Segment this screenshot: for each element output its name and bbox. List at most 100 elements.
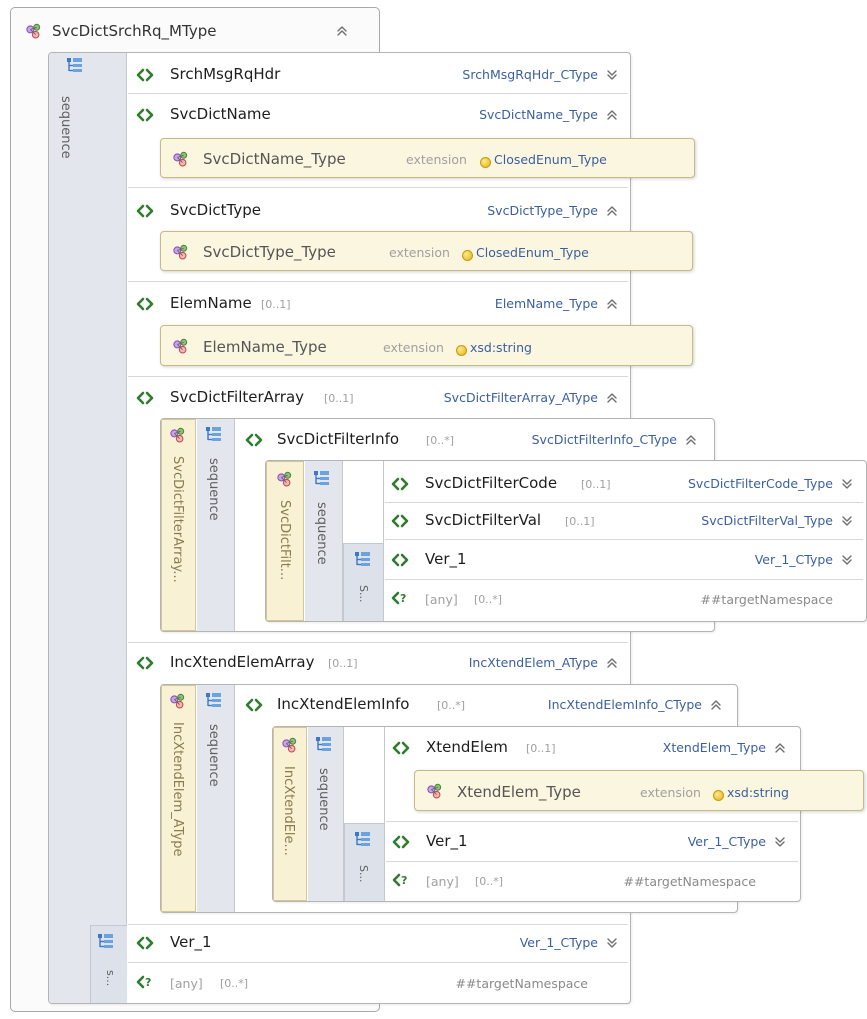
extension-keyword: extension [640, 785, 701, 800]
element-type: IncXtendElemInfo_CType [547, 697, 702, 712]
element-name: SvcDictType [170, 201, 261, 219]
element-type: SvcDictName_Type [479, 107, 598, 122]
collapse-chevron-icon[interactable] [606, 298, 618, 310]
extension-base-type: xsd:string [727, 785, 789, 800]
element-name: ElemName [170, 294, 252, 312]
element-row-svcdictfiltercode[interactable]: SvcDictFilterCode [0..1] SvcDictFilterCo… [385, 469, 863, 499]
element-row-any[interactable]: [any] [0..*] ##targetNamespace [385, 584, 863, 614]
element-icon [391, 514, 409, 528]
element-row-svcdicttype[interactable]: SvcDictType SvcDictType_Type [128, 196, 628, 226]
element-row-svcdictfilterinfo[interactable]: SvcDictFilterInfo [0..*] SvcDictFilterIn… [237, 425, 707, 455]
filter-array-sequence-strip [197, 419, 235, 631]
extension-keyword: extension [389, 245, 450, 260]
complex-type-icon [277, 471, 292, 487]
expand-chevron-icon[interactable] [606, 937, 618, 949]
filter-info-sequence-label: sequence [314, 502, 329, 565]
complex-type-icon [173, 244, 188, 260]
any-namespace: ##targetNamespace [700, 592, 833, 607]
element-row-srchmsgrqhdr[interactable]: SrchMsgRqHdr SrchMsgRqHdr_CType [128, 60, 628, 90]
complex-type-icon [282, 737, 297, 753]
sequence-icon [205, 692, 222, 708]
expand-chevron-icon[interactable] [606, 69, 618, 81]
element-icon [392, 835, 410, 849]
element-type: ElemName_Type [494, 296, 598, 311]
element-cardinality: [0..1] [328, 657, 358, 670]
collapse-chevron-icon[interactable] [685, 434, 697, 446]
base-type-icon [459, 245, 476, 264]
element-row-incxtendelemarray[interactable]: IncXtendElemArray [0..1] IncXtendElem_AT… [128, 648, 628, 678]
collapse-chevron-icon[interactable] [774, 742, 786, 754]
extension-box-xtendelem[interactable]: XtendElem_Type extension xsd:string [414, 770, 864, 811]
extension-box-svcdicttype[interactable]: SvcDictType_Type extension ClosedEnum_Ty… [160, 231, 693, 271]
expand-chevron-icon[interactable] [841, 515, 853, 527]
element-row-incxtendeleminfo[interactable]: IncXtendElemInfo [0..*] IncXtendElemInfo… [237, 690, 732, 720]
collapse-chevron-icon[interactable] [336, 25, 348, 37]
element-row-any[interactable]: [any] [0..*] ##targetNamespace [386, 866, 796, 896]
base-type-icon [477, 152, 494, 171]
outer-sequence-label: sequence [58, 96, 73, 159]
any-namespace: ##targetNamespace [623, 874, 756, 889]
extension-base-type: ClosedEnum_Type [476, 245, 589, 260]
element-cardinality: [0..*] [437, 699, 466, 712]
element-row-any[interactable]: [any] [0..*] ##targetNamespace [128, 968, 628, 998]
extension-base-type: xsd:string [470, 340, 532, 355]
element-name: IncXtendElemArray [170, 653, 315, 671]
expand-chevron-icon[interactable] [841, 478, 853, 490]
element-row-svcdictname[interactable]: SvcDictName SvcDictName_Type [128, 100, 628, 130]
complex-type-icon [170, 693, 185, 709]
extension-type-name: ElemName_Type [203, 338, 327, 356]
extension-keyword: extension [383, 340, 444, 355]
element-name: SvcDictFilterArray [170, 388, 305, 406]
collapse-chevron-icon[interactable] [710, 699, 722, 711]
element-type: SvcDictFilterInfo_CType [531, 432, 677, 447]
complex-type-icon [173, 338, 188, 354]
element-row-elemname[interactable]: ElemName [0..1] ElemName_Type [128, 289, 628, 319]
element-icon [391, 553, 409, 567]
extension-box-svcdictname[interactable]: SvcDictName_Type extension ClosedEnum_Ty… [160, 138, 695, 178]
root-header[interactable]: SvcDictSrchRq_MType [18, 18, 368, 44]
element-row-ver1[interactable]: Ver_1 Ver_1_CType [385, 545, 863, 575]
any-cardinality: [0..*] [474, 593, 503, 606]
element-row-xtendelem[interactable]: XtendElem [0..1] XtendElem_Type [386, 733, 796, 763]
sequence-icon [313, 470, 330, 486]
element-cardinality: [0..1] [261, 298, 291, 311]
sequence-icon [205, 426, 222, 442]
root-type-name: SvcDictSrchRq_MType [52, 22, 217, 40]
element-icon [136, 297, 154, 311]
element-icon [245, 433, 263, 447]
sequence-icon [97, 933, 114, 949]
element-icon [136, 656, 154, 670]
xtend-array-type-label: IncXtendElem_AType [170, 722, 185, 857]
element-name: SvcDictFilterVal [425, 511, 542, 529]
collapse-chevron-icon[interactable] [606, 205, 618, 217]
collapse-chevron-icon[interactable] [606, 657, 618, 669]
element-icon [391, 477, 409, 491]
element-type: SvcDictFilterCode_Type [688, 476, 833, 491]
extension-box-elemname[interactable]: ElemName_Type extension xsd:string [160, 325, 693, 366]
element-row-svcdictfilterval[interactable]: SvcDictFilterVal [0..1] SvcDictFilterVal… [385, 506, 863, 536]
collapse-chevron-icon[interactable] [606, 109, 618, 121]
xtend-array-sequence-label: sequence [206, 724, 221, 787]
xtend-info-sequence-label: sequence [316, 768, 331, 831]
expand-chevron-icon[interactable] [774, 836, 786, 848]
complex-type-icon [26, 23, 41, 39]
any-name: [any] [426, 874, 459, 889]
element-type: IncXtendElem_AType [468, 655, 598, 670]
any-cardinality: [0..*] [475, 875, 504, 888]
element-name: Ver_1 [426, 832, 468, 850]
element-type: Ver_1_CType [687, 834, 766, 849]
xtend-info-sub-sequence-label: S... [357, 865, 370, 883]
element-name: Ver_1 [425, 550, 467, 568]
complex-type-icon [173, 151, 188, 167]
element-name: SrchMsgRqHdr [170, 65, 281, 83]
expand-chevron-icon[interactable] [841, 554, 853, 566]
element-row-ver1[interactable]: Ver_1 Ver_1_CType [386, 827, 796, 857]
element-type: SvcDictType_Type [487, 203, 598, 218]
element-row-svcdictfilterarray[interactable]: SvcDictFilterArray [0..1] SvcDictFilterA… [128, 383, 628, 413]
any-icon [392, 872, 409, 888]
element-cardinality: [0..1] [324, 392, 354, 405]
element-row-ver1[interactable]: Ver_1 Ver_1_CType [128, 928, 628, 958]
element-type: SrchMsgRqHdr_CType [462, 67, 598, 82]
element-cardinality: [0..1] [565, 515, 595, 528]
collapse-chevron-icon[interactable] [606, 392, 618, 404]
